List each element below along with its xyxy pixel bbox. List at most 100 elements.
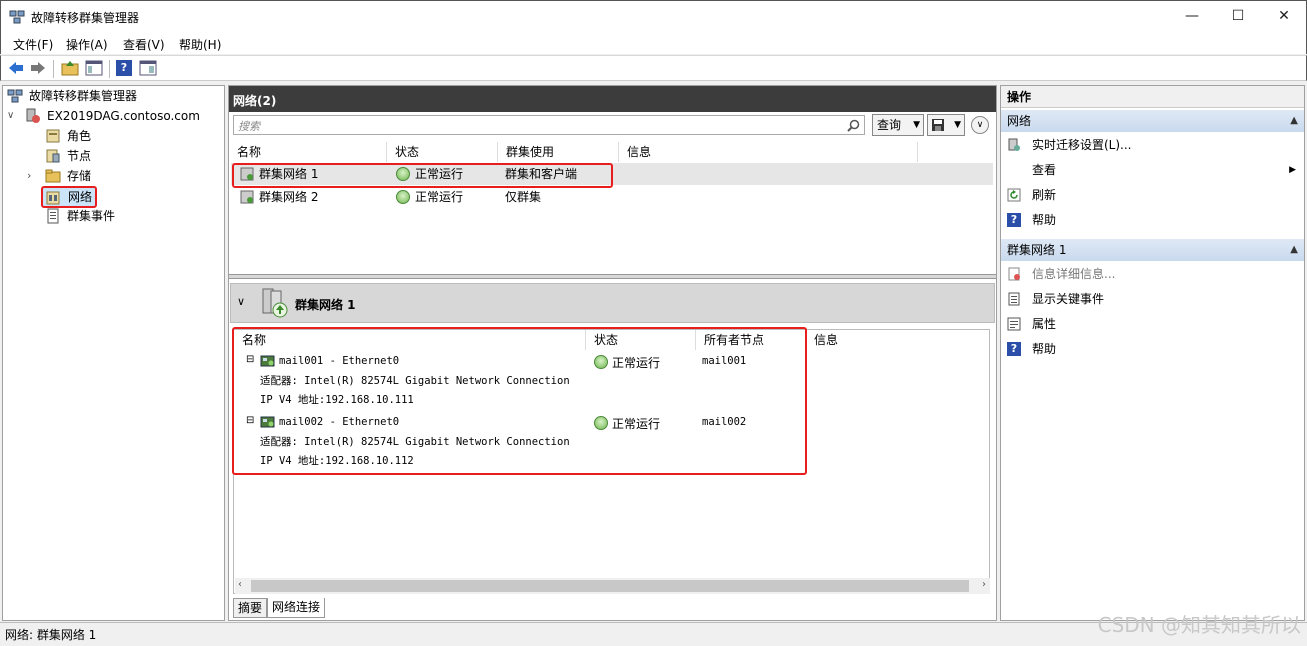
chevron-down-icon[interactable]: ∨ xyxy=(7,106,14,126)
row-status: 正常运行 xyxy=(415,190,464,204)
search-icon[interactable] xyxy=(847,119,860,132)
console-tree: 故障转移群集管理器 ∨ EX2019DAG.contoso.com 角色 节点 … xyxy=(2,85,225,621)
horizontal-scrollbar[interactable]: ‹ › xyxy=(235,578,990,594)
scroll-left-icon[interactable]: ‹ xyxy=(238,579,242,590)
detail-title: 群集网络 1 xyxy=(295,298,356,312)
action-refresh[interactable]: 刷新 xyxy=(1001,183,1304,208)
title-bar: 故障转移群集管理器 — ☐ ✕ xyxy=(0,0,1307,32)
chevron-right-icon[interactable]: › xyxy=(27,166,31,186)
action-label: 属性 xyxy=(1032,317,1057,331)
help-icon[interactable]: ? xyxy=(116,60,132,76)
tab-summary[interactable]: 摘要 xyxy=(233,598,268,618)
save-query-button[interactable]: ▼ xyxy=(927,114,965,136)
query-label: 查询 xyxy=(877,118,902,132)
back-arrow-icon[interactable] xyxy=(7,59,25,77)
minimize-button[interactable]: — xyxy=(1169,1,1215,33)
tree-cluster-label: EX2019DAG.contoso.com xyxy=(47,109,200,123)
close-icon: ✕ xyxy=(1278,8,1290,24)
highlight-box xyxy=(232,163,613,188)
up-folder-icon[interactable] xyxy=(61,59,79,77)
action-label: 实时迁移设置(L)... xyxy=(1032,138,1132,152)
cluster-manager-icon xyxy=(9,10,25,24)
cluster-icon xyxy=(26,108,40,123)
close-button[interactable]: ✕ xyxy=(1261,1,1307,33)
column-header-status[interactable]: 状态 xyxy=(387,142,498,162)
networks-grid: 名称 状态 群集使用 信息 群集网络 1 正常运行 群集和客户端 群集网络 2 … xyxy=(229,142,996,274)
status-up-icon xyxy=(396,190,410,204)
networks-header: 网络(2) xyxy=(229,86,996,112)
action-label: 信息详细信息... xyxy=(1032,267,1116,281)
toolbar-separator xyxy=(109,60,110,78)
help-icon: ? xyxy=(1007,213,1021,227)
detail-header: ∨ 群集网络 1 xyxy=(230,283,995,323)
center-pane: 网络(2) 搜索 查询 ▼ ▼ ∨ 名称 状态 群集使用 信息 群集网络 1 正… xyxy=(228,85,997,621)
chevron-down-icon: ▼ xyxy=(913,120,920,130)
collapse-up-icon[interactable]: ▲ xyxy=(1290,239,1298,261)
chevron-down-icon: ∨ xyxy=(976,120,984,130)
action-label: 显示关键事件 xyxy=(1032,292,1105,306)
search-input[interactable]: 搜索 xyxy=(233,115,865,135)
menu-action[interactable]: 操作(A) xyxy=(66,36,108,53)
show-action-pane-icon[interactable] xyxy=(139,59,157,77)
help-icon: ? xyxy=(1007,342,1021,356)
action-show-critical-events[interactable]: 显示关键事件 xyxy=(1001,287,1304,312)
maximize-button[interactable]: ☐ xyxy=(1215,1,1261,33)
menu-file[interactable]: 文件(F) xyxy=(13,36,53,53)
save-icon xyxy=(932,119,944,131)
action-info-details[interactable]: 信息详细信息... xyxy=(1001,262,1304,287)
actions-section-cluster-network[interactable]: 群集网络 1 ▲ xyxy=(1001,239,1304,261)
action-properties[interactable]: 属性 xyxy=(1001,312,1304,337)
action-label: 帮助 xyxy=(1032,213,1057,227)
menu-view[interactable]: 查看(V) xyxy=(123,36,165,53)
submenu-arrow-icon: ▶ xyxy=(1289,165,1296,175)
nodes-icon xyxy=(46,149,60,163)
scroll-right-icon[interactable]: › xyxy=(982,579,986,590)
section-label: 群集网络 1 xyxy=(1007,243,1067,257)
tree-item-label: 角色 xyxy=(67,129,92,143)
action-label: 刷新 xyxy=(1032,188,1057,202)
tab-network-connections[interactable]: 网络连接 xyxy=(267,598,326,618)
actions-pane: 操作 网络 ▲ 实时迁移设置(L)... 查看 ▶ 刷新 ? 帮助 群集网络 1… xyxy=(1000,85,1305,621)
column-header-name[interactable]: 名称 xyxy=(229,142,387,162)
action-help[interactable]: ? 帮助 xyxy=(1001,208,1304,233)
table-row[interactable]: 群集网络 2 正常运行 仅群集 xyxy=(231,186,993,208)
highlight-box xyxy=(232,327,807,475)
toolbar-separator xyxy=(53,60,54,78)
storage-icon xyxy=(45,169,61,183)
watermark: CSDN @知其知其所以 xyxy=(1097,613,1301,637)
tree-item-label: 节点 xyxy=(67,149,92,163)
action-label: 帮助 xyxy=(1032,342,1057,356)
forward-arrow-icon[interactable] xyxy=(29,59,47,77)
collapse-chevron-icon[interactable]: ∨ xyxy=(237,295,245,308)
actions-section-network[interactable]: 网络 ▲ xyxy=(1001,110,1304,132)
tree-root-label: 故障转移群集管理器 xyxy=(29,89,138,103)
collapse-up-icon[interactable]: ▲ xyxy=(1290,110,1298,132)
tree-item-label: 网络 xyxy=(68,190,93,204)
action-help[interactable]: ? 帮助 xyxy=(1001,337,1304,362)
expand-toggle-button[interactable]: ∨ xyxy=(971,116,989,134)
scrollbar-thumb[interactable] xyxy=(251,580,969,592)
migration-settings-icon xyxy=(1008,138,1020,151)
window-title: 故障转移群集管理器 xyxy=(31,11,140,25)
query-button[interactable]: 查询 ▼ xyxy=(872,114,924,136)
cluster-network-icon xyxy=(262,288,288,318)
maximize-icon: ☐ xyxy=(1231,8,1245,24)
console-tree-icon[interactable] xyxy=(85,59,103,77)
pane-splitter[interactable] xyxy=(229,274,996,279)
tree-item-label: 存储 xyxy=(67,169,92,183)
tree-item-label: 群集事件 xyxy=(67,209,116,223)
column-header-usage[interactable]: 群集使用 xyxy=(498,142,619,162)
column-header-info[interactable]: 信息 xyxy=(619,142,918,162)
action-view[interactable]: 查看 ▶ xyxy=(1001,158,1304,183)
network-connections-grid: 名称 状态 所有者节点 信息 ⊟ mail001 - Ethernet0 适配器… xyxy=(232,327,991,594)
column-header-info[interactable]: 信息 xyxy=(806,330,991,350)
action-label: 查看 xyxy=(1032,163,1057,177)
chevron-down-icon: ▼ xyxy=(954,120,961,130)
refresh-icon xyxy=(1007,188,1021,202)
events-icon xyxy=(1008,292,1020,306)
action-live-migration[interactable]: 实时迁移设置(L)... xyxy=(1001,133,1304,158)
menu-help[interactable]: 帮助(H) xyxy=(179,36,221,53)
tree-item-networks[interactable]: 网络 xyxy=(41,186,97,208)
roles-icon xyxy=(46,129,60,143)
minimize-icon: — xyxy=(1185,8,1199,24)
